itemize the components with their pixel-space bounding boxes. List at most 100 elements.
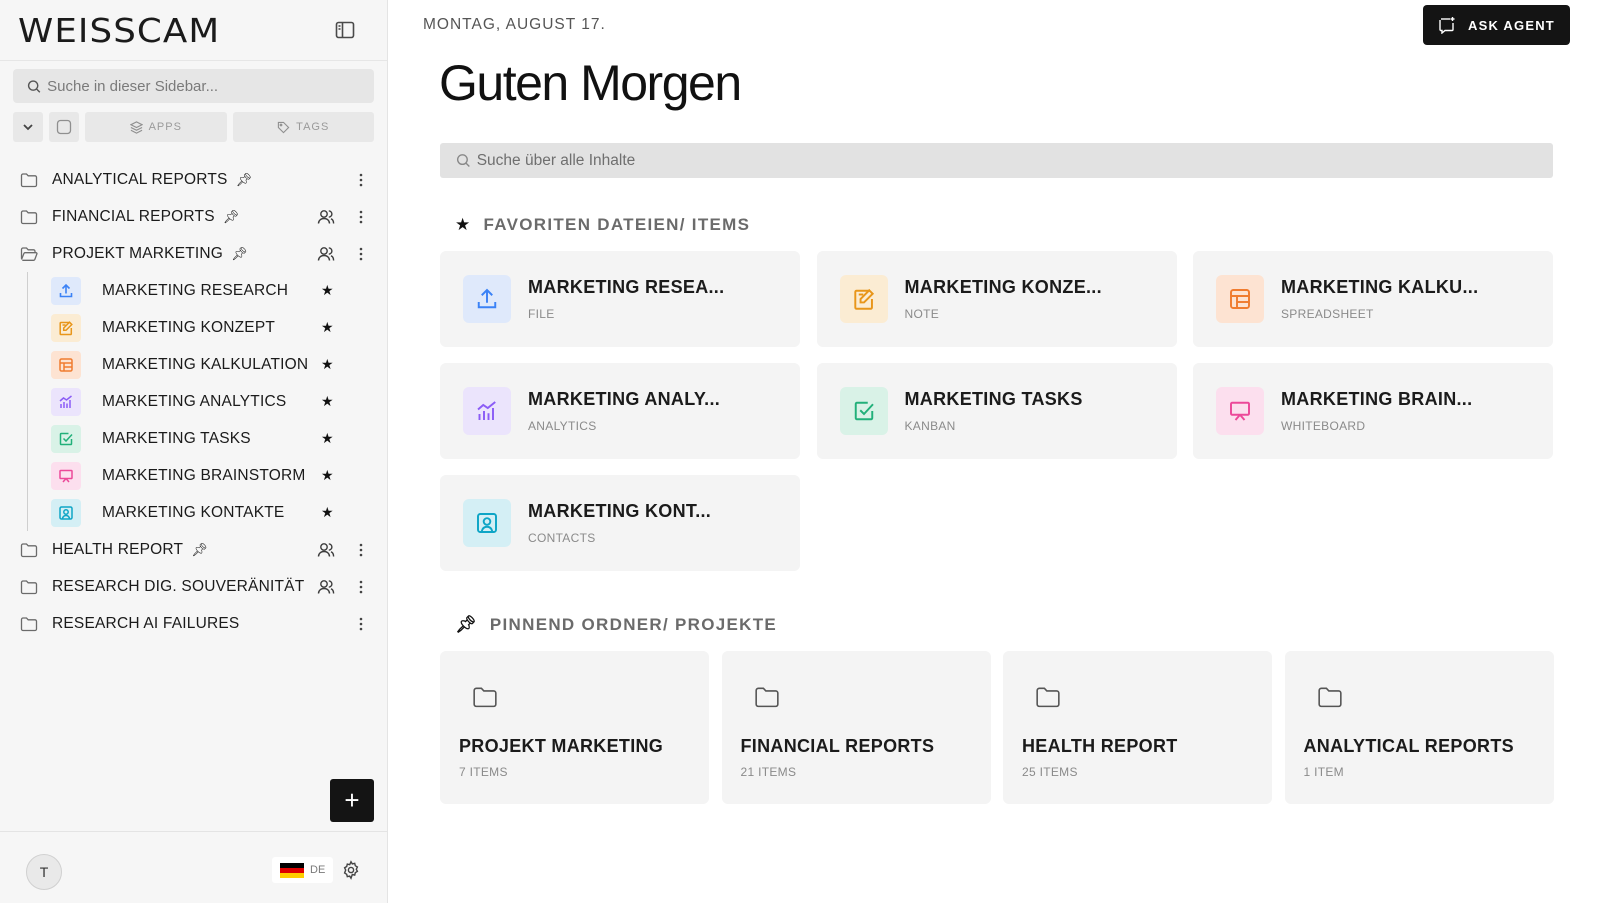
ask-agent-label: ASK AGENT — [1468, 17, 1555, 33]
collapse-all-button[interactable] — [13, 112, 43, 142]
star-icon[interactable]: ★ — [321, 467, 334, 484]
sidebar-toggle-icon[interactable] — [331, 16, 359, 44]
favorite-title: MARKETING RESEA... — [528, 277, 725, 297]
pin-icon: 📌︎ — [222, 208, 240, 224]
sidebar-folder-financial-reports[interactable]: FINANCIAL REPORTS 📌︎ — [0, 198, 388, 235]
sidebar-item-marketing-konzept[interactable]: MARKETING KONZEPT ★ — [0, 309, 388, 346]
star-icon[interactable]: ★ — [321, 393, 334, 410]
favorite-title: MARKETING ANALY... — [528, 389, 721, 409]
pin-icon: 📌︎ — [455, 615, 478, 634]
folder-icon — [471, 684, 499, 710]
more-options-icon[interactable] — [354, 615, 368, 633]
pinned-folder-card[interactable]: PROJEKT MARKETING 7 ITEMS — [440, 651, 709, 804]
shared-users-icon[interactable] — [316, 577, 336, 597]
favorite-card[interactable]: MARKETING ANALY... ANALYTICS — [440, 363, 800, 459]
favorite-type: NOTE — [904, 307, 940, 321]
analytics-icon — [463, 387, 511, 435]
shared-users-icon[interactable] — [316, 540, 336, 560]
tags-filter-button[interactable]: TAGS — [232, 112, 374, 142]
star-icon[interactable]: ★ — [321, 356, 334, 373]
global-search[interactable] — [440, 143, 1553, 178]
sidebar-footer: T DE — [0, 831, 388, 903]
pinned-folder-card[interactable]: FINANCIAL REPORTS 21 ITEMS — [721, 651, 991, 804]
favorite-card[interactable]: MARKETING BRAIN... WHITEBOARD — [1193, 363, 1553, 459]
whiteboard-icon — [1216, 387, 1264, 435]
sidebar-item-label: MARKETING KONZEPT — [102, 318, 276, 336]
favorites-grid: MARKETING RESEA... FILE MARKETING KONZE..… — [440, 251, 1553, 571]
sidebar-folder-health-report[interactable]: HEALTH REPORT 📌︎ — [0, 531, 388, 568]
sidebar-item-marketing-research[interactable]: MARKETING RESEARCH ★ — [0, 272, 388, 309]
upload-icon — [463, 275, 511, 323]
pinned-folder-card[interactable]: HEALTH REPORT 25 ITEMS — [1003, 651, 1272, 804]
folder-icon — [20, 208, 38, 226]
star-icon[interactable]: ★ — [321, 430, 334, 447]
select-all-checkbox[interactable] — [49, 112, 79, 142]
favorite-card[interactable]: MARKETING KONT... CONTACTS — [440, 475, 800, 571]
favorite-card[interactable]: MARKETING KALKU... SPREADSHEET — [1193, 251, 1553, 347]
favorite-card[interactable]: MARKETING TASKS KANBAN — [816, 363, 1177, 459]
shared-users-icon[interactable] — [316, 207, 336, 227]
sidebar-item-marketing-analytics[interactable]: MARKETING ANALYTICS ★ — [0, 383, 388, 420]
global-search-input[interactable] — [476, 151, 1553, 170]
sidebar-folder-label: PROJEKT MARKETING — [52, 244, 224, 262]
pinned-folder-title: FINANCIAL REPORTS — [740, 736, 935, 756]
star-icon[interactable]: ★ — [321, 319, 334, 336]
sidebar-folder-analytical-reports[interactable]: ANALYTICAL REPORTS 📌︎ — [0, 161, 388, 198]
favorite-title: MARKETING KALKU... — [1281, 277, 1479, 297]
sidebar-folder-projekt-marketing[interactable]: PROJEKT MARKETING 📌︎ — [0, 235, 388, 272]
sidebar-item-marketing-kalkulation[interactable]: MARKETING KALKULATION ★ — [0, 346, 388, 383]
more-options-icon[interactable] — [354, 245, 368, 263]
sidebar-item-marketing-kontakte[interactable]: MARKETING KONTAKTE ★ — [0, 494, 388, 531]
folder-icon — [753, 684, 781, 710]
pin-icon: 📌︎ — [235, 171, 253, 187]
german-flag-icon — [280, 862, 304, 878]
plus-icon: + — [344, 785, 360, 815]
add-button[interactable]: + — [330, 779, 374, 822]
favorite-card[interactable]: MARKETING RESEA... FILE — [440, 251, 800, 347]
ask-agent-button[interactable]: ASK AGENT — [1423, 5, 1570, 45]
star-icon[interactable]: ★ — [321, 504, 334, 521]
avatar[interactable]: T — [26, 854, 62, 890]
folder-icon — [20, 171, 38, 189]
sidebar-item-label: MARKETING RESEARCH — [102, 281, 289, 299]
sidebar-item-marketing-brainstorm[interactable]: MARKETING BRAINSTORM ★ — [0, 457, 388, 494]
pinned-folder-title: PROJEKT MARKETING — [459, 736, 664, 756]
language-selector[interactable]: DE — [272, 857, 334, 883]
whiteboard-icon — [51, 461, 81, 490]
note-icon — [51, 313, 81, 342]
favorites-title-label: FAVORITEN DATEIEN/ ITEMS — [483, 215, 751, 234]
sidebar-folder-label: HEALTH REPORT — [52, 540, 184, 558]
chat-agent-icon — [1439, 17, 1455, 34]
pinned-folder-card[interactable]: ANALYTICAL REPORTS 1 ITEM — [1284, 651, 1554, 804]
shared-users-icon[interactable] — [316, 244, 336, 264]
chevron-down-icon — [23, 124, 33, 131]
more-options-icon[interactable] — [354, 541, 368, 559]
pinned-folder-count: 25 ITEMS — [1022, 765, 1078, 779]
star-icon[interactable]: ★ — [321, 282, 334, 299]
apps-filter-label: APPS — [148, 121, 182, 133]
favorite-card[interactable]: MARKETING KONZE... NOTE — [816, 251, 1177, 347]
more-options-icon[interactable] — [354, 208, 368, 226]
sidebar-folder-research-dig-souveraenitaet[interactable]: RESEARCH DIG. SOUVERÄNITÄT — [0, 568, 388, 605]
sidebar-search-input[interactable] — [47, 77, 374, 95]
pinned-title-label: PINNEND ORDNER/ PROJEKTE — [489, 615, 778, 634]
gear-icon[interactable] — [341, 860, 361, 880]
more-options-icon[interactable] — [354, 171, 368, 189]
tag-icon — [278, 121, 290, 133]
search-icon — [27, 79, 41, 93]
checkbox-icon — [56, 119, 72, 135]
note-icon — [839, 275, 888, 323]
sidebar-search[interactable] — [13, 69, 374, 103]
sidebar-item-marketing-tasks[interactable]: MARKETING TASKS ★ — [0, 420, 388, 457]
more-options-icon[interactable] — [354, 578, 368, 596]
sidebar-item-label: MARKETING KALKULATION — [102, 355, 309, 373]
analytics-icon — [51, 387, 81, 416]
apps-filter-button[interactable]: APPS — [85, 112, 227, 142]
favorite-type: KANBAN — [904, 419, 956, 433]
sidebar-folder-research-ai-failures[interactable]: RESEARCH AI FAILURES — [0, 605, 388, 642]
favorite-type: ANALYTICS — [528, 419, 597, 433]
sidebar-tools: APPS TAGS — [13, 112, 374, 142]
sidebar-item-label: MARKETING ANALYTICS — [102, 392, 287, 410]
main-content: MONTAG, AUGUST 17. ASK AGENT Guten Morge… — [389, 0, 1600, 903]
pinned-folder-title: HEALTH REPORT — [1022, 736, 1178, 756]
